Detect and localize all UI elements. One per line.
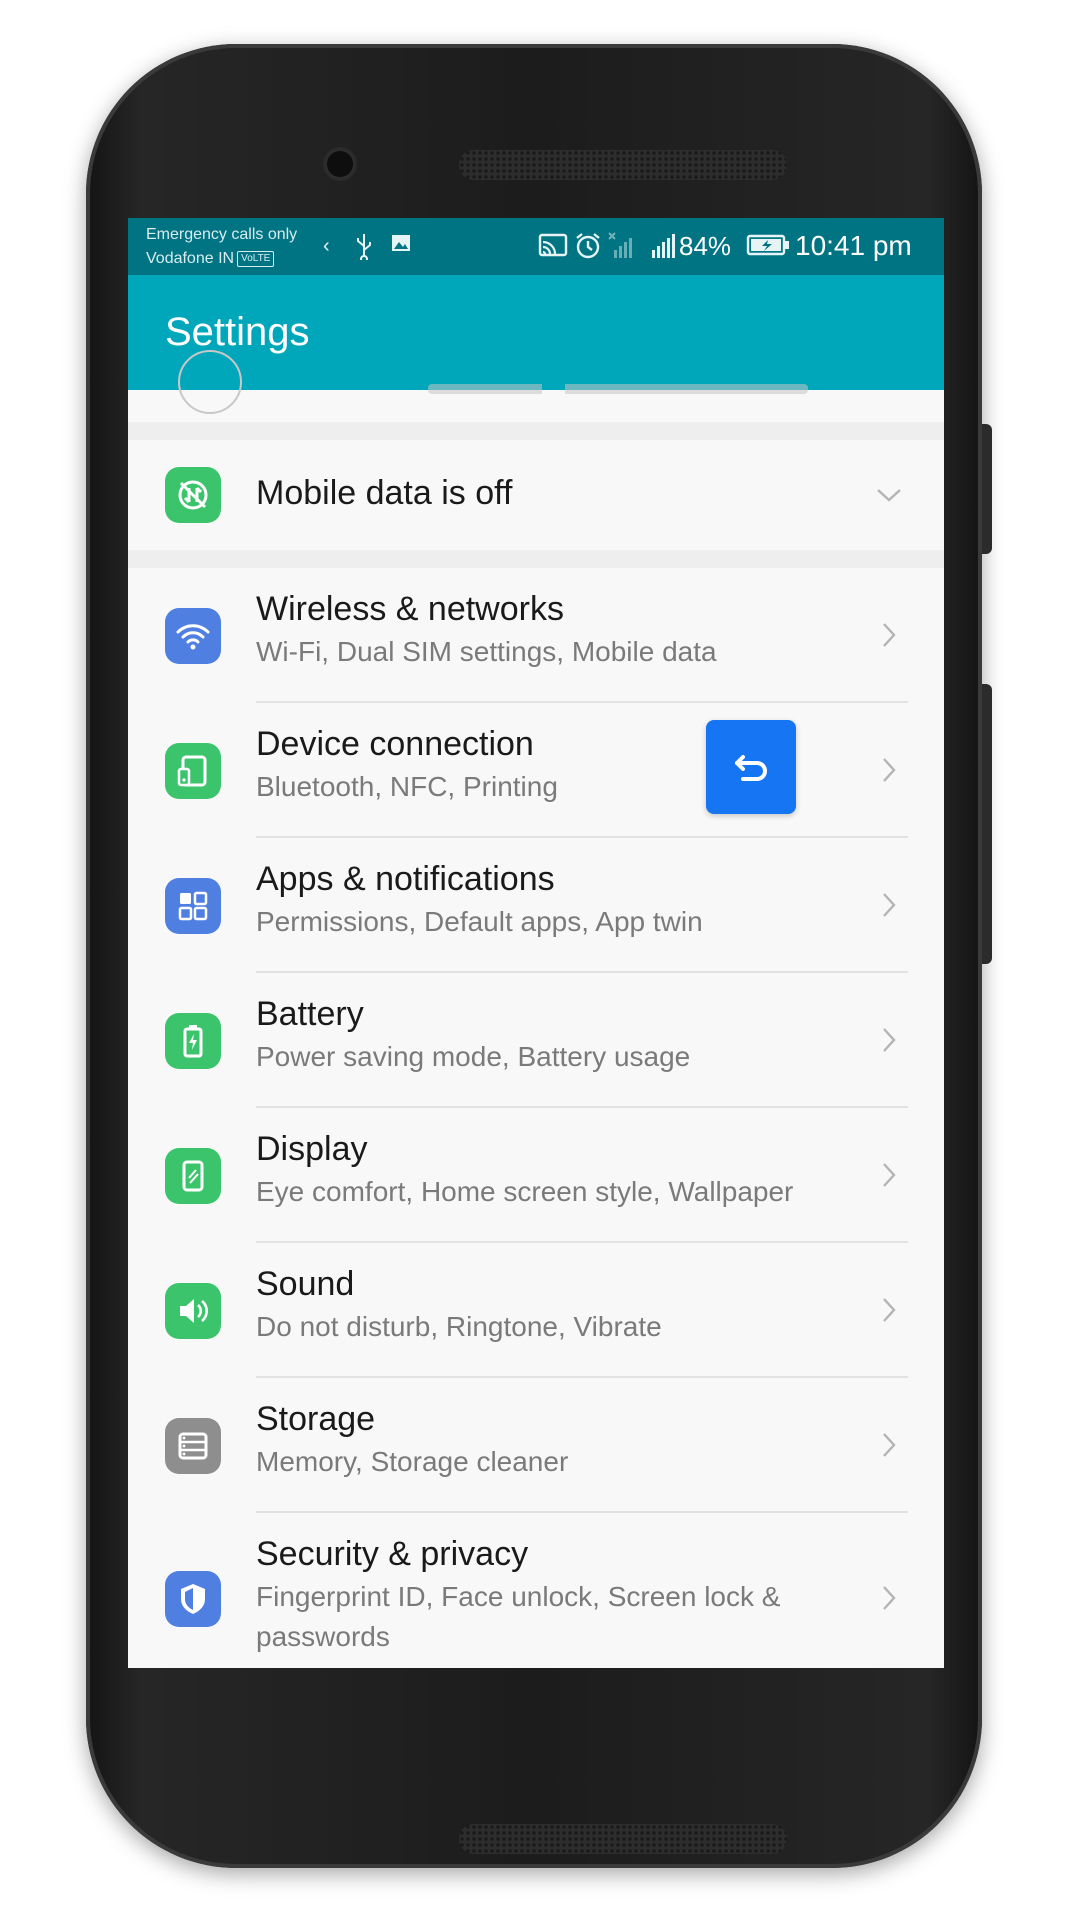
settings-item-title: Battery (256, 995, 364, 1033)
cast-icon (538, 232, 568, 265)
shield-icon (165, 1571, 221, 1627)
chevron-right-icon (883, 1298, 896, 1322)
settings-item-security-privacy[interactable]: Security & privacy Fingerprint ID, Face … (128, 1513, 944, 1668)
chevron-right-icon (883, 893, 896, 917)
settings-item-subtitle: Power saving mode, Battery usage (256, 1041, 691, 1072)
settings-item-title: Security & privacy (256, 1535, 529, 1573)
carrier-line-2: Vodafone IN VoLTE (146, 247, 297, 271)
battery-percent: 84% (679, 231, 732, 261)
power-button (982, 424, 992, 554)
settings-item-subtitle: Eye comfort, Home screen style, Wallpape… (256, 1176, 794, 1207)
settings-item-title: Storage (256, 1400, 376, 1438)
settings-item-wireless-networks[interactable]: Wireless & networks Wi-Fi, Dual SIM sett… (128, 568, 944, 703)
display-icon (165, 1148, 221, 1204)
settings-item-apps-notifications[interactable]: Apps & notifications Permissions, Defaul… (128, 838, 944, 973)
settings-item-storage[interactable]: Storage Memory, Storage cleaner (128, 1378, 944, 1513)
settings-item-title: Apps & notifications (256, 860, 555, 898)
alarm-icon (574, 232, 602, 267)
clock-time: 10:41 pm (795, 230, 912, 261)
undo-arrow-icon (735, 755, 767, 781)
settings-item-device-connection[interactable]: Device connection Bluetooth, NFC, Printi… (128, 703, 944, 838)
chevron-down-icon[interactable] (874, 480, 904, 510)
chevron-right-icon (883, 623, 896, 647)
image-icon (390, 232, 412, 261)
settings-item-subtitle-line-1: Fingerprint ID, Face unlock, Screen lock… (256, 1581, 781, 1612)
settings-item-subtitle: Bluetooth, NFC, Printing (256, 771, 558, 802)
front-camera (323, 147, 357, 181)
settings-item-sound[interactable]: Sound Do not disturb, Ringtone, Vibrate (128, 1243, 944, 1378)
no-signal-icon (608, 232, 636, 267)
settings-item-title: Wireless & networks (256, 590, 564, 628)
device-connection-icon (165, 743, 221, 799)
battery-settings-icon (165, 1013, 221, 1069)
storage-icon (165, 1418, 221, 1474)
floating-back-button[interactable] (706, 720, 796, 814)
chevron-right-icon (883, 1586, 896, 1610)
chevron-right-icon (883, 1028, 896, 1052)
chevron-right-icon (883, 1163, 896, 1187)
page-title: Settings (165, 310, 310, 354)
chevron-right-icon (883, 758, 896, 782)
carrier-line-1: Emergency calls only (146, 226, 298, 243)
status-bar: Emergency calls only Vodafone IN VoLTE ‹ … (128, 218, 944, 275)
bottom-speaker (459, 1824, 787, 1854)
settings-item-display[interactable]: Display Eye comfort, Home screen style, … (128, 1108, 944, 1243)
app-bar: Settings (128, 275, 944, 390)
chevron-right-icon (883, 1433, 896, 1457)
settings-item-title: Sound (256, 1265, 355, 1303)
account-row-text-partial (428, 384, 808, 394)
speaker-icon (165, 1283, 221, 1339)
section-gap (128, 550, 944, 568)
volume-button (982, 684, 992, 964)
settings-item-subtitle: Wi-Fi, Dual SIM settings, Mobile data (256, 636, 717, 667)
screen: Emergency calls only Vodafone IN VoLTE ‹ … (128, 218, 944, 1668)
settings-item-subtitle: Do not disturb, Ringtone, Vibrate (256, 1311, 662, 1342)
back-chevron-icon: ‹ (323, 235, 330, 257)
section-gap (128, 422, 944, 440)
mobile-data-row[interactable]: Mobile data is off (128, 440, 944, 550)
earpiece-speaker (459, 150, 787, 180)
apps-grid-icon (165, 878, 221, 934)
settings-item-subtitle-line-2: passwords (256, 1621, 390, 1652)
settings-list: Wireless & networks Wi-Fi, Dual SIM sett… (128, 568, 944, 1668)
battery-icon (746, 232, 790, 265)
settings-item-subtitle: Memory, Storage cleaner (256, 1446, 569, 1477)
mobile-data-label: Mobile data is off (256, 474, 513, 512)
settings-item-title: Display (256, 1130, 368, 1168)
settings-item-title: Device connection (256, 725, 534, 763)
avatar (178, 350, 242, 414)
account-row-partial[interactable] (128, 350, 944, 422)
usb-icon (353, 232, 375, 267)
settings-item-battery[interactable]: Battery Power saving mode, Battery usage (128, 973, 944, 1108)
settings-item-subtitle: Permissions, Default apps, App twin (256, 906, 703, 937)
mobile-data-off-icon (165, 467, 221, 523)
carrier-info: Emergency calls only Vodafone IN VoLTE (146, 223, 297, 271)
wifi-icon (165, 608, 221, 664)
volte-badge: VoLTE (237, 250, 275, 267)
signal-icon (650, 232, 678, 267)
